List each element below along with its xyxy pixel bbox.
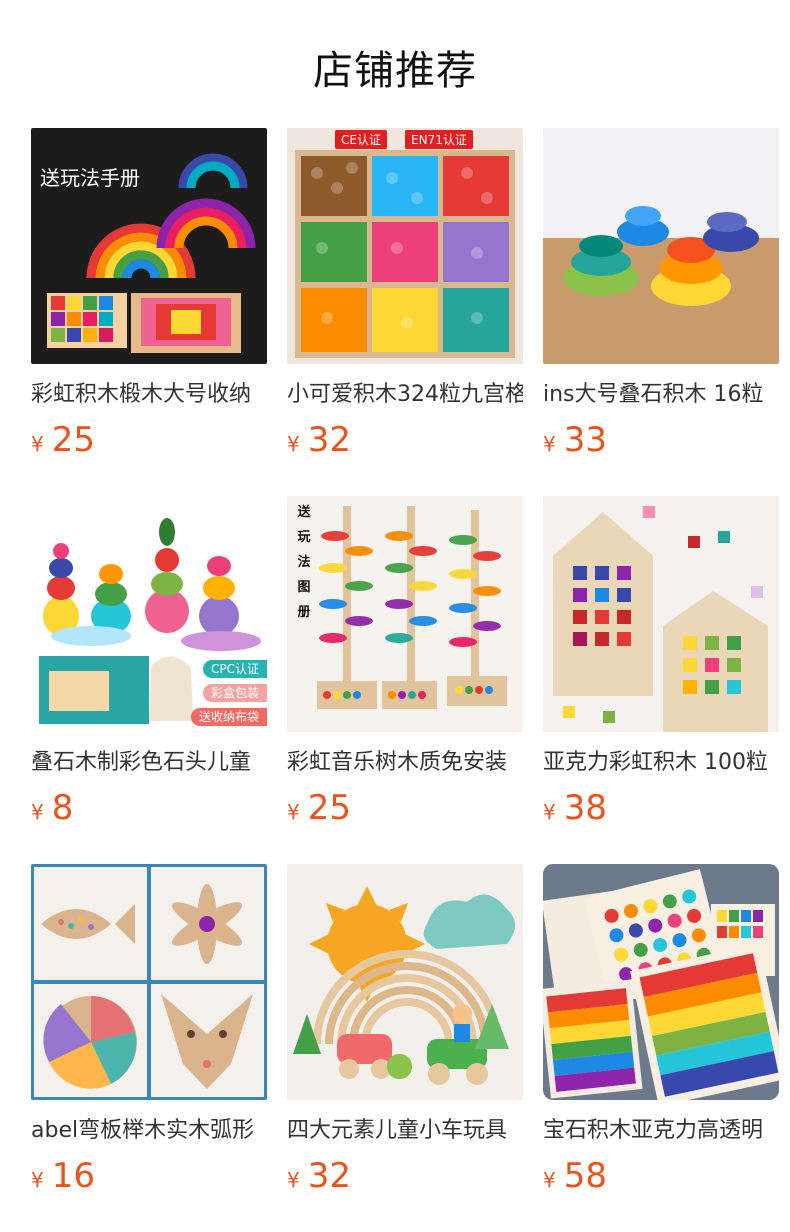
product-title[interactable]: 宝石积木亚克力高透明: [543, 1116, 779, 1146]
product-card[interactable]: CPC认证 彩盒包装 送收纳布袋 叠石木制彩色石头儿童 ¥ 8: [31, 496, 267, 832]
product-image[interactable]: [543, 128, 779, 364]
product-image[interactable]: [543, 864, 779, 1100]
product-title[interactable]: 小可爱积木324粒九宫格: [287, 380, 523, 410]
product-card[interactable]: 亚克力彩虹积木 100粒 ¥ 38: [543, 496, 779, 832]
product-price: ¥ 8: [31, 788, 267, 828]
currency-symbol: ¥: [31, 800, 44, 824]
product-image[interactable]: [31, 864, 267, 1100]
price-value: 33: [563, 420, 607, 460]
product-price: ¥ 38: [543, 788, 779, 828]
feature-tag: 送收纳布袋: [190, 708, 267, 726]
currency-symbol: ¥: [287, 432, 300, 456]
product-price: ¥ 32: [287, 420, 523, 460]
product-title[interactable]: 彩虹积木椴木大号收纳: [31, 380, 267, 410]
product-card[interactable]: 送玩法手册 彩虹积木椴木大号收纳 ¥ 25: [31, 128, 267, 464]
product-title[interactable]: 叠石木制彩色石头儿童: [31, 748, 267, 778]
price-value: 25: [51, 420, 95, 460]
certification-badge: CE认证: [335, 130, 387, 149]
certification-badge: EN71认证: [405, 130, 473, 149]
product-card[interactable]: 送玩法图册 彩虹音乐树木质免安装 ¥ 25: [287, 496, 523, 832]
feature-tag: 彩盒包装: [202, 684, 267, 702]
section-header: 店铺推荐: [0, 0, 790, 128]
price-value: 32: [307, 420, 351, 460]
product-price: ¥ 58: [543, 1156, 779, 1196]
product-title[interactable]: 亚克力彩虹积木 100粒: [543, 748, 779, 778]
image-vertical-text: 送玩法图册: [297, 505, 311, 620]
product-title[interactable]: 四大元素儿童小车玩具: [287, 1116, 523, 1146]
product-card[interactable]: CE认证 EN71认证 小可爱积木324粒九宫格 ¥ 32: [287, 128, 523, 464]
price-value: 58: [563, 1156, 607, 1196]
section-title: 店铺推荐: [313, 48, 477, 94]
price-value: 32: [307, 1156, 351, 1196]
price-value: 38: [563, 788, 607, 828]
currency-symbol: ¥: [287, 800, 300, 824]
currency-symbol: ¥: [287, 1168, 300, 1192]
product-image[interactable]: 送玩法图册: [287, 496, 523, 732]
product-image[interactable]: [543, 496, 779, 732]
product-image[interactable]: CE认证 EN71认证: [287, 128, 523, 364]
product-card[interactable]: ins大号叠石积木 16粒 ¥ 33: [543, 128, 779, 464]
currency-symbol: ¥: [543, 1168, 556, 1192]
product-price: ¥ 16: [31, 1156, 267, 1196]
product-card[interactable]: 宝石积木亚克力高透明 ¥ 58: [543, 864, 779, 1200]
price-value: 16: [51, 1156, 95, 1196]
product-price: ¥ 25: [31, 420, 267, 460]
product-card[interactable]: abel弯板榉木实木弧形 ¥ 16: [31, 864, 267, 1200]
product-image[interactable]: 送玩法手册: [31, 128, 267, 364]
price-value: 25: [307, 788, 351, 828]
product-image[interactable]: [287, 864, 523, 1100]
product-image[interactable]: CPC认证 彩盒包装 送收纳布袋: [31, 496, 267, 732]
price-value: 8: [51, 788, 74, 828]
product-price: ¥ 25: [287, 788, 523, 828]
currency-symbol: ¥: [543, 800, 556, 824]
product-price: ¥ 32: [287, 1156, 523, 1196]
product-card[interactable]: 四大元素儿童小车玩具 ¥ 32: [287, 864, 523, 1200]
product-title[interactable]: 彩虹音乐树木质免安装: [287, 748, 523, 778]
product-price: ¥ 33: [543, 420, 779, 460]
product-title[interactable]: ins大号叠石积木 16粒: [543, 380, 779, 410]
currency-symbol: ¥: [543, 432, 556, 456]
feature-tag: CPC认证: [203, 660, 267, 678]
product-grid: 送玩法手册 彩虹积木椴木大号收纳 ¥ 25 CE认证 EN71认证 小可爱积木3…: [31, 128, 779, 1200]
currency-symbol: ¥: [31, 1168, 44, 1192]
product-title[interactable]: abel弯板榉木实木弧形: [31, 1116, 267, 1146]
image-overlay-text: 送玩法手册: [40, 166, 140, 190]
currency-symbol: ¥: [31, 432, 44, 456]
